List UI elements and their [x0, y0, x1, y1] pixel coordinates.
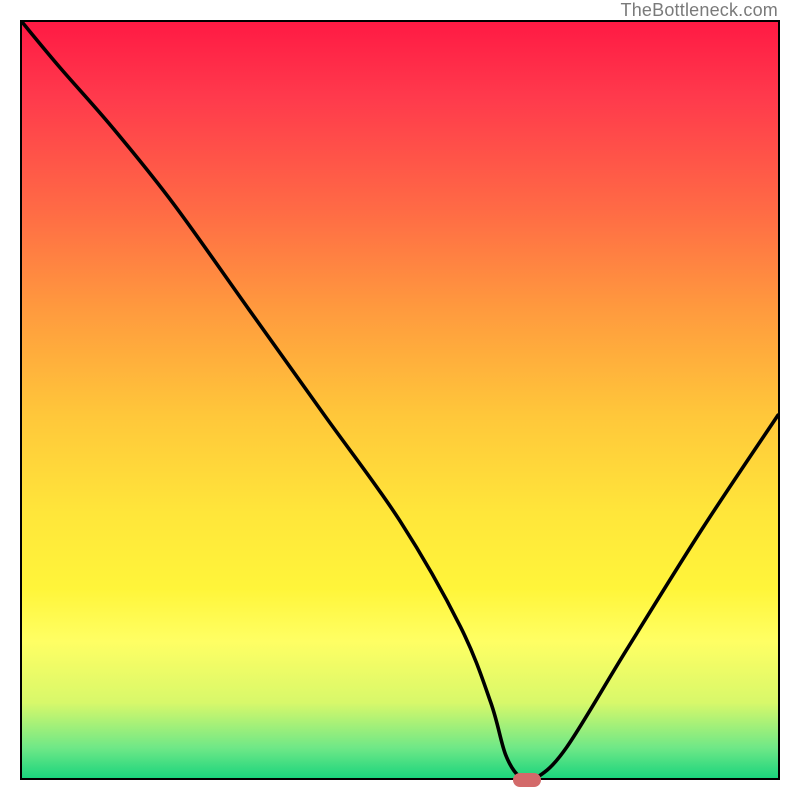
optimal-point-marker: [513, 773, 541, 787]
chart-canvas: TheBottleneck.com: [0, 0, 800, 800]
bottleneck-curve: [22, 22, 778, 778]
plot-area: [20, 20, 780, 780]
watermark-label: TheBottleneck.com: [621, 0, 778, 21]
